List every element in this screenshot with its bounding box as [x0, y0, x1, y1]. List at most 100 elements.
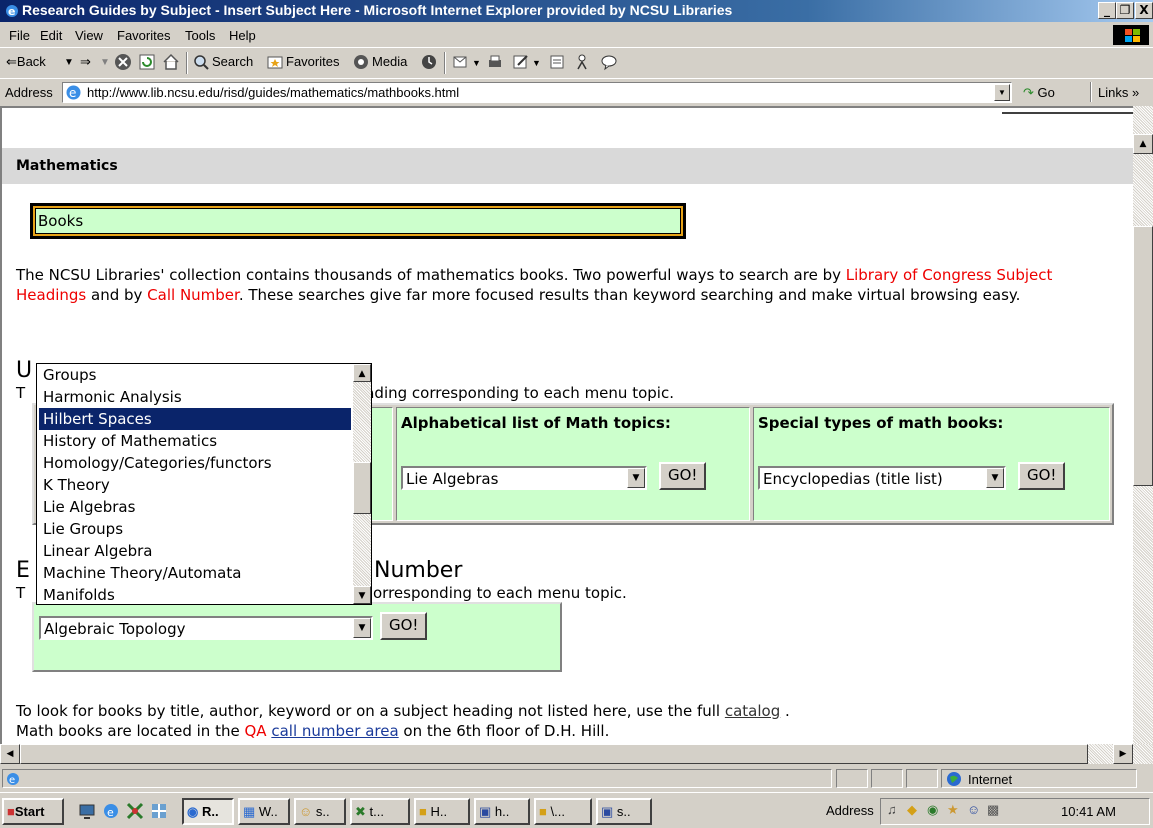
alpha-topics-go-button[interactable]: GO!	[659, 462, 707, 490]
chevron-down-icon[interactable]: ▼	[986, 468, 1004, 488]
favorites-button[interactable]: Favorites	[286, 54, 339, 69]
show-desktop-icon[interactable]	[78, 802, 96, 820]
subject-dropdown-list[interactable]: Groups Harmonic Analysis Hilbert Spaces …	[36, 363, 372, 605]
task-button-ie[interactable]: ◉ R..	[182, 798, 234, 825]
intro-text-3: . These searches give far more focused r…	[238, 286, 1021, 304]
special-types-select[interactable]: Encyclopedias (title list) ▼	[758, 466, 1006, 490]
app-quicklaunch-icon[interactable]	[126, 802, 144, 820]
minimize-button[interactable]: _	[1098, 2, 1116, 19]
back-dropdown-icon[interactable]: ▼	[64, 57, 74, 68]
tray-network-icon[interactable]: ◉	[927, 802, 938, 818]
menu-view[interactable]: View	[75, 28, 103, 43]
discuss-icon[interactable]	[548, 53, 566, 71]
mail-icon[interactable]	[452, 53, 470, 71]
call-number-area-link[interactable]: call number area	[271, 722, 398, 740]
tray-security-icon[interactable]: ★	[947, 802, 959, 818]
menu-file[interactable]: File	[9, 28, 30, 43]
refresh-icon[interactable]	[138, 53, 156, 71]
start-button[interactable]: ■Start	[2, 798, 64, 825]
clock[interactable]: 10:41 AM	[1061, 804, 1116, 819]
mail-dropdown-icon[interactable]: ▼	[472, 58, 481, 68]
media-button[interactable]: Media	[372, 54, 407, 69]
edit-dropdown-icon[interactable]: ▼	[532, 58, 541, 68]
volume-icon[interactable]: ♫	[887, 802, 897, 817]
home-icon[interactable]	[162, 53, 180, 71]
dropdown-scroll-thumb[interactable]	[353, 462, 371, 514]
address-dropdown-icon[interactable]: ▼	[994, 84, 1010, 101]
menu-edit[interactable]: Edit	[40, 28, 62, 43]
edit-icon[interactable]	[512, 53, 530, 71]
horizontal-scroll-thumb[interactable]	[20, 744, 1088, 764]
tray-app-icon[interactable]: ◆	[907, 802, 917, 818]
scroll-down-icon[interactable]: ▼	[353, 586, 371, 604]
scroll-right-icon[interactable]: ▶	[1113, 744, 1133, 764]
taskbar-address-label[interactable]: Address	[826, 803, 874, 818]
folder-task-icon: ■	[539, 804, 547, 819]
favorites-icon[interactable]	[266, 53, 284, 71]
scroll-left-icon[interactable]: ◀	[0, 744, 20, 764]
dropdown-option-selected[interactable]: Hilbert Spaces	[38, 407, 352, 431]
links-button[interactable]: Links »	[1098, 85, 1139, 100]
vertical-scroll-thumb[interactable]	[1133, 226, 1153, 486]
special-types-go-button[interactable]: GO!	[1018, 462, 1066, 490]
status-panel	[906, 769, 938, 788]
menu-help[interactable]: Help	[229, 28, 256, 43]
forward-button[interactable]: ⇒	[80, 54, 91, 70]
history-icon[interactable]	[420, 53, 438, 71]
call-number-go-button[interactable]: GO!	[380, 612, 428, 640]
horizontal-scrollbar[interactable]: ◀ ▶	[0, 744, 1153, 764]
media-icon[interactable]	[352, 53, 370, 71]
close-button[interactable]: X	[1135, 2, 1153, 19]
address-url[interactable]: http://www.lib.ncsu.edu/risd/guides/math…	[87, 85, 459, 100]
restore-button[interactable]: ❐	[1116, 2, 1134, 19]
task-button[interactable]: ■ \...	[534, 798, 592, 825]
menu-tools[interactable]: Tools	[185, 28, 215, 43]
scroll-up-icon[interactable]: ▲	[1133, 134, 1153, 154]
dropdown-option[interactable]: Homology/Categories/functors	[39, 452, 351, 474]
search-button[interactable]: Search	[212, 54, 253, 69]
catalog-link[interactable]: catalog	[725, 702, 780, 720]
stop-icon[interactable]	[114, 53, 132, 71]
dropdown-option[interactable]: History of Mathematics	[39, 430, 351, 452]
task-button[interactable]: ✖ t...	[350, 798, 410, 825]
svg-text:e: e	[107, 806, 114, 819]
location-note-text: Math books are located in the	[16, 722, 245, 740]
dropdown-scrollbar[interactable]: ▲ ▼	[353, 364, 371, 604]
dropdown-option[interactable]: Linear Algebra	[39, 540, 351, 562]
dropdown-option[interactable]: Manifolds	[39, 584, 351, 604]
tool-quicklaunch-icon[interactable]	[150, 802, 168, 820]
dropdown-option[interactable]: Machine Theory/Automata	[39, 562, 351, 584]
tray-messenger-icon[interactable]: ☺	[967, 802, 980, 817]
task-button[interactable]: ▣ s..	[596, 798, 652, 825]
back-button[interactable]: ⇐Back	[6, 54, 46, 70]
task-button[interactable]: ▦ W..	[238, 798, 290, 825]
call-number-link[interactable]: Call Number	[147, 286, 239, 304]
dropdown-option[interactable]: K Theory	[39, 474, 351, 496]
menu-favorites[interactable]: Favorites	[117, 28, 170, 43]
task-button[interactable]: ■ H..	[414, 798, 470, 825]
dropdown-option[interactable]: Lie Groups	[39, 518, 351, 540]
go-button[interactable]: ↷ Go	[1023, 85, 1055, 101]
task-button[interactable]: ▣ h..	[474, 798, 530, 825]
intro-text-2: and by	[86, 286, 148, 304]
lcsh-sub-start: T	[16, 384, 26, 402]
address-input[interactable]: e http://www.lib.ncsu.edu/risd/guides/ma…	[62, 82, 1012, 103]
scroll-up-icon[interactable]: ▲	[353, 364, 371, 382]
qa-link[interactable]: QA	[244, 722, 266, 740]
chevron-down-icon[interactable]: ▼	[353, 618, 371, 638]
vertical-scrollbar[interactable]: ▲	[1133, 106, 1153, 744]
call-number-select[interactable]: Algebraic Topology ▼	[39, 616, 373, 640]
dropdown-option[interactable]: Groups	[39, 364, 351, 386]
dropdown-option[interactable]: Lie Algebras	[39, 496, 351, 518]
dropdown-option[interactable]: Harmonic Analysis	[39, 386, 351, 408]
print-icon[interactable]	[486, 53, 504, 71]
research-icon[interactable]	[600, 53, 618, 71]
chevron-down-icon[interactable]: ▼	[627, 468, 645, 488]
ie-quicklaunch-icon[interactable]: e	[102, 802, 120, 820]
alpha-topics-select[interactable]: Lie Algebras ▼	[401, 466, 647, 490]
forward-dropdown-icon[interactable]: ▼	[100, 57, 110, 68]
tray-keyboard-icon[interactable]: ▩	[987, 802, 999, 818]
task-button[interactable]: ☺ s..	[294, 798, 346, 825]
search-icon[interactable]	[192, 53, 210, 71]
messenger-icon[interactable]	[574, 53, 592, 71]
